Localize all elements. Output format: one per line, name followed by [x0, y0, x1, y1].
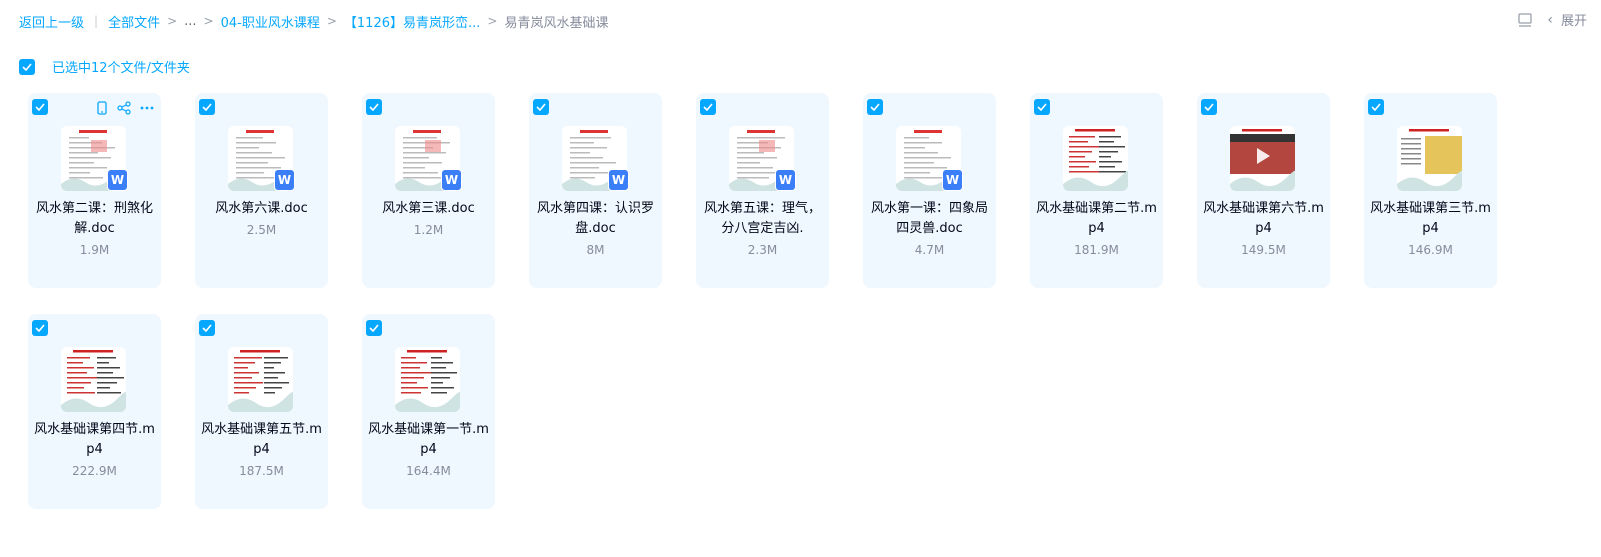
word-doc-icon: W: [441, 169, 462, 191]
file-checkbox[interactable]: [32, 320, 48, 336]
file-checkbox[interactable]: [1368, 99, 1384, 115]
breadcrumb-divider: |: [94, 14, 99, 28]
file-checkbox[interactable]: [366, 99, 382, 115]
breadcrumb-ellipsis[interactable]: ...: [184, 14, 196, 29]
file-checkbox[interactable]: [700, 99, 716, 115]
file-thumbnail: [1397, 126, 1462, 191]
list-view-icon[interactable]: [1517, 12, 1533, 28]
file-card[interactable]: W 风水第二课：刑煞化解.doc 1.9M: [28, 93, 161, 288]
file-name: 风水第二课：刑煞化解.doc: [35, 201, 153, 236]
word-doc-icon: W: [107, 169, 128, 191]
file-card[interactable]: W 风水第三课.doc 1.2M: [362, 93, 495, 288]
file-name: 风水基础课第四节.mp4: [34, 422, 155, 457]
file-thumbnail: [1230, 126, 1295, 191]
file-card[interactable]: 风水基础课第四节.mp4 222.9M: [28, 314, 161, 509]
file-size: 149.5M: [1241, 243, 1286, 257]
file-checkbox[interactable]: [199, 320, 215, 336]
file-card[interactable]: 风水基础课第三节.mp4 146.9M: [1364, 93, 1497, 288]
file-checkbox[interactable]: [32, 99, 48, 115]
top-toolbar: ‹ 展开: [1517, 10, 1587, 29]
file-card[interactable]: 风水基础课第二节.mp4 181.9M: [1030, 93, 1163, 288]
file-size: 187.5M: [239, 464, 284, 478]
breadcrumb-level2[interactable]: 【1126】易青岚形峦...: [344, 12, 480, 31]
file-name: 风水第四课：认识罗盘.doc: [536, 201, 654, 236]
word-doc-icon: W: [274, 169, 295, 191]
file-size: 222.9M: [72, 464, 117, 478]
breadcrumb-level1[interactable]: 04-职业风水课程: [221, 12, 320, 31]
selection-label: 已选中12个文件/文件夹: [52, 61, 190, 76]
file-name: 风水第五课：理气，分八宫定吉凶.: [703, 201, 821, 236]
file-size: 1.9M: [79, 243, 110, 257]
select-all-checkbox[interactable]: [19, 58, 35, 75]
file-card[interactable]: W 风水第六课.doc 2.5M: [195, 93, 328, 288]
phone-icon[interactable]: [96, 101, 108, 115]
file-card[interactable]: W 风水第五课：理气，分八宫定吉凶. 2.3M: [696, 93, 829, 288]
file-size: 146.9M: [1408, 243, 1453, 257]
file-name: 风水基础课第六节.mp4: [1203, 201, 1324, 236]
breadcrumb-separator: >: [203, 14, 214, 28]
expand-button[interactable]: ‹ 展开: [1547, 10, 1587, 30]
file-card[interactable]: 风水基础课第五节.mp4 187.5M: [195, 314, 328, 509]
file-checkbox[interactable]: [533, 99, 549, 115]
file-size: 181.9M: [1074, 243, 1119, 257]
selection-bar: 已选中12个文件/文件夹: [19, 57, 190, 76]
file-card[interactable]: 风水基础课第六节.mp4 149.5M: [1197, 93, 1330, 288]
file-size: 1.2M: [413, 223, 444, 237]
back-link[interactable]: 返回上一级: [19, 12, 84, 31]
file-thumbnail: [228, 347, 293, 412]
file-card[interactable]: 风水基础课第一节.mp4 164.4M: [362, 314, 495, 509]
file-size: 2.5M: [246, 223, 277, 237]
file-thumbnail: [61, 347, 126, 412]
word-doc-icon: W: [608, 169, 629, 191]
word-doc-icon: W: [775, 169, 796, 191]
file-name: 风水基础课第三节.mp4: [1370, 201, 1491, 236]
file-name: 风水第三课.doc: [382, 201, 475, 216]
file-size: 164.4M: [406, 464, 451, 478]
file-card[interactable]: W 风水第四课：认识罗盘.doc 8M: [529, 93, 662, 288]
breadcrumb-separator: >: [167, 14, 178, 28]
card-actions: [96, 101, 154, 115]
file-size: 4.7M: [914, 243, 945, 257]
file-name: 风水第六课.doc: [215, 201, 308, 216]
chevron-left-icon: ‹: [1547, 11, 1553, 28]
file-checkbox[interactable]: [199, 99, 215, 115]
word-doc-icon: W: [942, 169, 963, 191]
file-name: 风水基础课第二节.mp4: [1036, 201, 1157, 236]
file-name: 风水基础课第一节.mp4: [368, 422, 489, 457]
file-checkbox[interactable]: [1201, 99, 1217, 115]
file-checkbox[interactable]: [867, 99, 883, 115]
file-name: 风水基础课第五节.mp4: [201, 422, 322, 457]
file-card[interactable]: W 风水第一课：四象局四灵兽.doc 4.7M: [863, 93, 996, 288]
breadcrumb-root[interactable]: 全部文件: [108, 12, 160, 31]
share-icon[interactable]: [117, 101, 131, 115]
breadcrumb-separator: >: [487, 14, 498, 28]
breadcrumb-separator: >: [326, 14, 337, 28]
file-size: 8M: [586, 243, 605, 257]
file-size: 2.3M: [747, 243, 778, 257]
file-checkbox[interactable]: [366, 320, 382, 336]
breadcrumb-current: 易青岚风水基础课: [504, 15, 609, 31]
file-grid: W 风水第二课：刑煞化解.doc 1.9M W 风水第六课.doc 2.5M W 风水第三课.…: [28, 93, 1498, 509]
file-name: 风水第一课：四象局四灵兽.doc: [870, 201, 988, 236]
file-thumbnail: [395, 347, 460, 412]
file-thumbnail: [1063, 126, 1128, 191]
file-checkbox[interactable]: [1034, 99, 1050, 115]
expand-label: 展开: [1560, 14, 1587, 29]
more-icon[interactable]: [140, 106, 154, 110]
breadcrumb: 返回上一级 | 全部文件 > ... > 04-职业风水课程 > 【1126】易…: [19, 11, 608, 31]
